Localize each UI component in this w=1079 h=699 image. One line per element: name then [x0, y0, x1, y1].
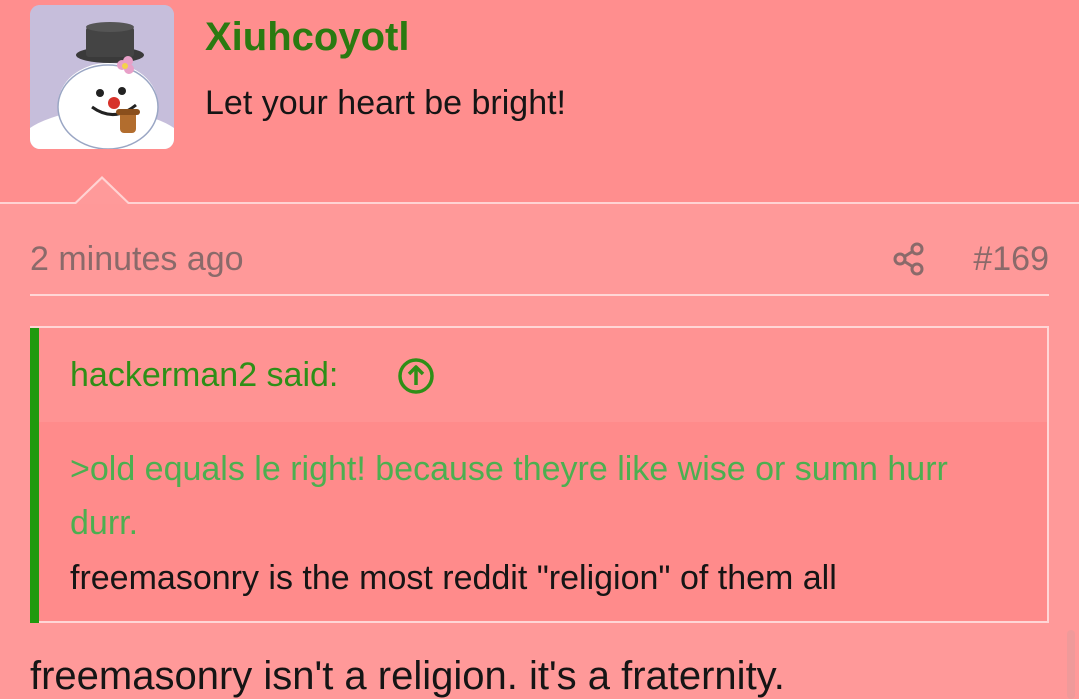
post-timestamp[interactable]: 2 minutes ago	[30, 238, 244, 280]
quote-text: freemasonry is the most reddit "religion…	[70, 559, 837, 597]
quote-author[interactable]: hackerman2 said:	[70, 354, 338, 396]
header-divider	[0, 202, 1079, 204]
scrollbar[interactable]	[1067, 630, 1075, 699]
quote-greentext: >old equals le right! because theyre lik…	[70, 450, 948, 542]
page: Xiuhcoyotl Let your heart be bright! 2 m…	[0, 0, 1079, 699]
meta-divider	[30, 294, 1049, 296]
reply-text: freemasonry isn't a religion. it's a fra…	[30, 654, 785, 698]
snowman-avatar-icon[interactable]	[30, 5, 174, 149]
quote-header: hackerman2 said:	[39, 328, 1047, 422]
arrow-up-circle-icon[interactable]	[396, 356, 436, 396]
quote-accent-bar	[30, 328, 39, 623]
header-pointer-fill	[76, 179, 128, 204]
user-header: Xiuhcoyotl Let your heart be bright!	[0, 0, 1079, 202]
quote-body: >old equals le right! because theyre lik…	[39, 422, 1047, 621]
post-meta: 2 minutes ago #169	[30, 234, 1049, 284]
post-number-link[interactable]: #169	[973, 238, 1049, 280]
share-icon[interactable]	[890, 240, 928, 278]
user-title: Let your heart be bright!	[205, 84, 567, 122]
username[interactable]: Xiuhcoyotl	[205, 14, 409, 60]
quote-block: hackerman2 said: >old equals le right! b…	[30, 326, 1049, 623]
